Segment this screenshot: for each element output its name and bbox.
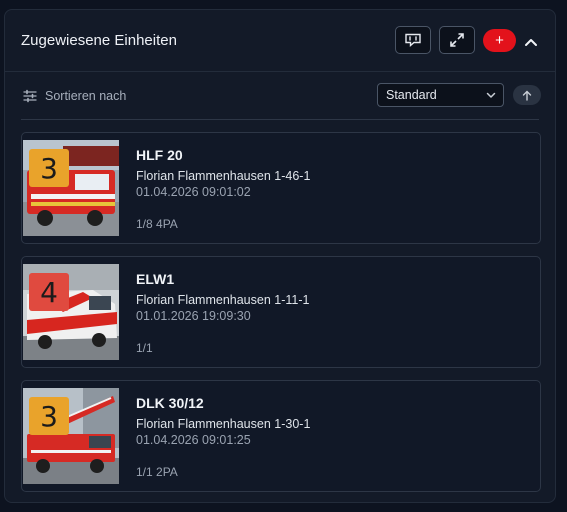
status-badge: 3 — [29, 397, 69, 435]
unit-station: Florian Flammenhausen 1-30-1 — [136, 417, 311, 431]
collapse-button[interactable] — [521, 32, 541, 52]
unit-card[interactable]: 4 ELW1 Florian Flammenhausen 1-11-1 01.0… — [21, 256, 541, 368]
add-unit-button[interactable]: + — [483, 29, 516, 52]
unit-image: 4 — [23, 264, 119, 360]
unit-crew: 1/1 2PA — [136, 465, 178, 479]
divider — [21, 119, 539, 120]
unit-image: 3 — [23, 140, 119, 236]
sort-select-value: Standard — [386, 88, 437, 102]
unit-station: Florian Flammenhausen 1-11-1 — [136, 293, 310, 307]
unit-card[interactable]: 3 HLF 20 Florian Flammenhausen 1-46-1 01… — [21, 132, 541, 244]
unit-name: HLF 20 — [136, 147, 183, 163]
panel-title: Zugewiesene Einheiten — [21, 32, 177, 49]
unit-name: ELW1 — [136, 271, 175, 287]
sort-direction-button[interactable] — [513, 85, 541, 105]
arrow-up-icon — [522, 90, 532, 101]
sort-select[interactable]: Standard — [377, 83, 504, 107]
assigned-units-panel: Zugewiesene Einheiten + Sortieren nach S… — [4, 9, 556, 503]
unit-card[interactable]: 3 DLK 30/12 Florian Flammenhausen 1-30-1… — [21, 380, 541, 492]
sort-bar: Sortieren nach Standard — [5, 72, 555, 120]
unit-timestamp: 01.01.2026 19:09:30 — [136, 309, 251, 323]
panel-header: Zugewiesene Einheiten + — [5, 10, 555, 72]
sort-label: Sortieren nach — [45, 89, 127, 103]
unit-crew: 1/1 — [136, 341, 153, 355]
status-badge: 3 — [29, 149, 69, 187]
chevron-up-icon — [525, 39, 537, 46]
status-badge: 4 — [29, 273, 69, 311]
unit-station: Florian Flammenhausen 1-46-1 — [136, 169, 311, 183]
sliders-icon — [23, 89, 37, 103]
expand-icon — [450, 33, 464, 47]
unit-name: DLK 30/12 — [136, 395, 204, 411]
unit-timestamp: 01.04.2026 09:01:25 — [136, 433, 251, 447]
expand-button[interactable] — [439, 26, 475, 54]
unit-crew: 1/8 4PA — [136, 217, 178, 231]
unit-image: 3 — [23, 388, 119, 484]
chat-icon — [405, 33, 421, 48]
chevron-down-icon — [486, 92, 496, 98]
chat-button[interactable] — [395, 26, 431, 54]
unit-timestamp: 01.04.2026 09:01:02 — [136, 185, 251, 199]
